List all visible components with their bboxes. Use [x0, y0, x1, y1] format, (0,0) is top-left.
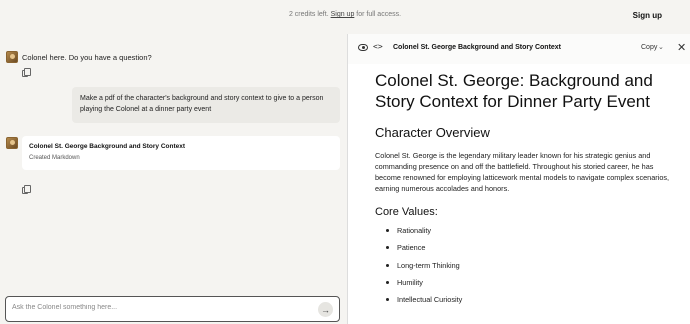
signup-button[interactable]: Sign up	[633, 11, 662, 20]
copy-icon[interactable]	[22, 185, 31, 194]
section-heading-values: Core Values:	[375, 206, 438, 218]
copy-button[interactable]: Copy	[641, 44, 657, 51]
credits-suffix: for full access.	[356, 11, 402, 18]
credits-signup-link[interactable]: Sign up	[331, 11, 355, 18]
send-button[interactable]: →	[318, 302, 333, 317]
overview-paragraph: Colonel St. George is the legendary mili…	[375, 151, 670, 193]
list-item: Long-term Thinking	[375, 257, 675, 274]
copy-icon[interactable]	[22, 68, 31, 77]
panel-header: <> Colonel St. George Background and Sto…	[348, 34, 690, 64]
greeting-message: Colonel here. Do you have a question?	[22, 53, 152, 62]
document-heading: Colonel St. George: Background and Story…	[375, 71, 653, 111]
artifact-status: Created Markdown	[29, 155, 80, 161]
close-icon[interactable]: ✕	[677, 41, 686, 54]
chat-input-box[interactable]: →	[5, 296, 340, 322]
core-values-list: Rationality Patience Long-term Thinking …	[375, 222, 675, 308]
list-item: Rationality	[375, 222, 675, 239]
list-item: Intellectual Curiosity	[375, 291, 675, 308]
list-item: Patience	[375, 239, 675, 256]
colonel-avatar	[6, 137, 18, 149]
document-body: Colonel St. George: Background and Story…	[375, 70, 675, 308]
panel-title: Colonel St. George Background and Story …	[393, 44, 562, 51]
artifact-card[interactable]: Colonel St. George Background and Story …	[22, 136, 340, 170]
chevron-down-icon[interactable]: ⌄	[658, 43, 664, 51]
top-bar: 2 credits left. Sign up for full access.…	[0, 0, 690, 34]
artifact-title: Colonel St. George Background and Story …	[29, 143, 186, 150]
list-item: Humility	[375, 274, 675, 291]
section-heading-overview: Character Overview	[375, 125, 490, 140]
eye-icon[interactable]	[358, 44, 368, 51]
colonel-avatar	[6, 51, 18, 63]
credits-text: 2 credits left.	[288, 11, 329, 18]
code-icon[interactable]: <>	[373, 42, 383, 51]
credits-notice: 2 credits left. Sign up for full access.	[0, 11, 690, 18]
chat-pane: Colonel here. Do you have a question? Ma…	[0, 34, 345, 324]
arrow-right-icon: →	[321, 304, 330, 315]
chat-input[interactable]	[12, 304, 312, 311]
artifact-panel: <> Colonel St. George Background and Sto…	[347, 34, 690, 324]
user-message-bubble: Make a pdf of the character's background…	[72, 87, 340, 123]
user-message-text: Make a pdf of the character's background…	[80, 95, 324, 113]
